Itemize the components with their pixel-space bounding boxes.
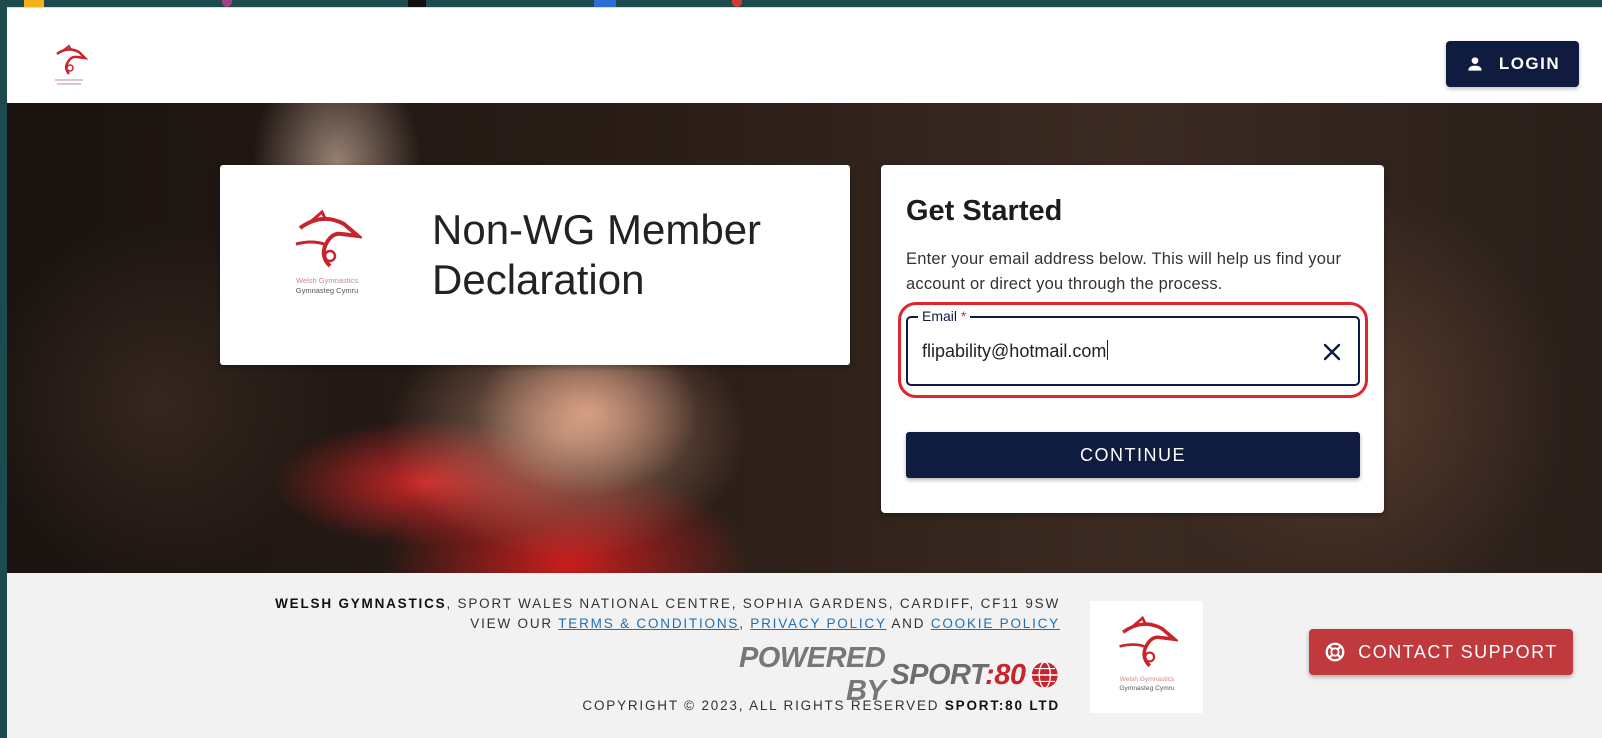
- form-instructions: Enter your email address below. This wil…: [906, 250, 1342, 293]
- form-heading: Get Started: [906, 195, 1063, 227]
- svg-text:Gymnasteg Cymru: Gymnasteg Cymru: [1119, 685, 1175, 692]
- email-field[interactable]: Email * flipability@hotmail.com: [906, 308, 1360, 386]
- get-started-card: Get Started Enter your email address bel…: [881, 165, 1384, 513]
- bookmark-favicon[interactable]: [408, 0, 426, 7]
- welsh-gymnastics-logo-icon[interactable]: [49, 44, 89, 88]
- bookmark-favicon[interactable]: [594, 0, 616, 7]
- globe-icon: [1032, 661, 1059, 689]
- email-input[interactable]: flipability@hotmail.com: [922, 340, 1109, 362]
- svg-text:Welsh Gymnastics: Welsh Gymnastics: [1119, 676, 1174, 683]
- text-caret: [1107, 340, 1109, 360]
- bookmarks-bar: [0, 0, 1602, 7]
- org-name: WELSH GYMNASTICS: [275, 596, 447, 611]
- required-marker: *: [960, 308, 967, 324]
- login-label: LOGIN: [1498, 54, 1561, 73]
- footer-logo: Welsh Gymnastics Gymnasteg Cymru: [1090, 601, 1203, 713]
- email-label: Email *: [918, 308, 971, 324]
- person-icon: [1468, 57, 1482, 71]
- footer-address: WELSH GYMNASTICS, SPORT WALES NATIONAL C…: [275, 596, 1060, 631]
- svg-text:Welsh Gymnastics: Welsh Gymnastics: [296, 276, 358, 285]
- welsh-gymnastics-logo-icon: Welsh Gymnastics Gymnasteg Cymru: [295, 210, 362, 295]
- bookmark-favicon[interactable]: [732, 0, 742, 7]
- powered-by-sport80[interactable]: POWERED BY SPORT:80: [707, 642, 1060, 707]
- lifebuoy-icon: [1325, 642, 1345, 662]
- welsh-gymnastics-logo-icon: Welsh Gymnastics Gymnasteg Cymru: [1118, 616, 1178, 692]
- terms-link[interactable]: TERMS & CONDITIONS: [558, 616, 739, 631]
- continue-label: CONTINUE: [1080, 444, 1186, 465]
- title-card: Welsh Gymnastics Gymnasteg Cymru Non-WG …: [220, 165, 850, 365]
- bookmark-favicon[interactable]: [24, 0, 44, 7]
- cookie-policy-link[interactable]: COOKIE POLICY: [931, 616, 1060, 631]
- copyright-text: COPYRIGHT © 2023, ALL RIGHTS RESERVED SP…: [582, 698, 1060, 713]
- top-navigation-bar: LOGIN: [7, 7, 1602, 103]
- privacy-policy-link[interactable]: PRIVACY POLICY: [750, 616, 886, 631]
- contact-support-label: CONTACT SUPPORT: [1358, 641, 1558, 662]
- login-button[interactable]: LOGIN: [1446, 41, 1579, 87]
- close-icon[interactable]: [1320, 340, 1344, 364]
- page-title: Non-WG Member Declaration: [432, 206, 762, 303]
- svg-text:Gymnasteg Cymru: Gymnasteg Cymru: [296, 286, 359, 295]
- bookmark-favicon[interactable]: [222, 0, 232, 7]
- continue-button[interactable]: CONTINUE: [906, 432, 1360, 478]
- contact-support-button[interactable]: CONTACT SUPPORT: [1309, 629, 1573, 675]
